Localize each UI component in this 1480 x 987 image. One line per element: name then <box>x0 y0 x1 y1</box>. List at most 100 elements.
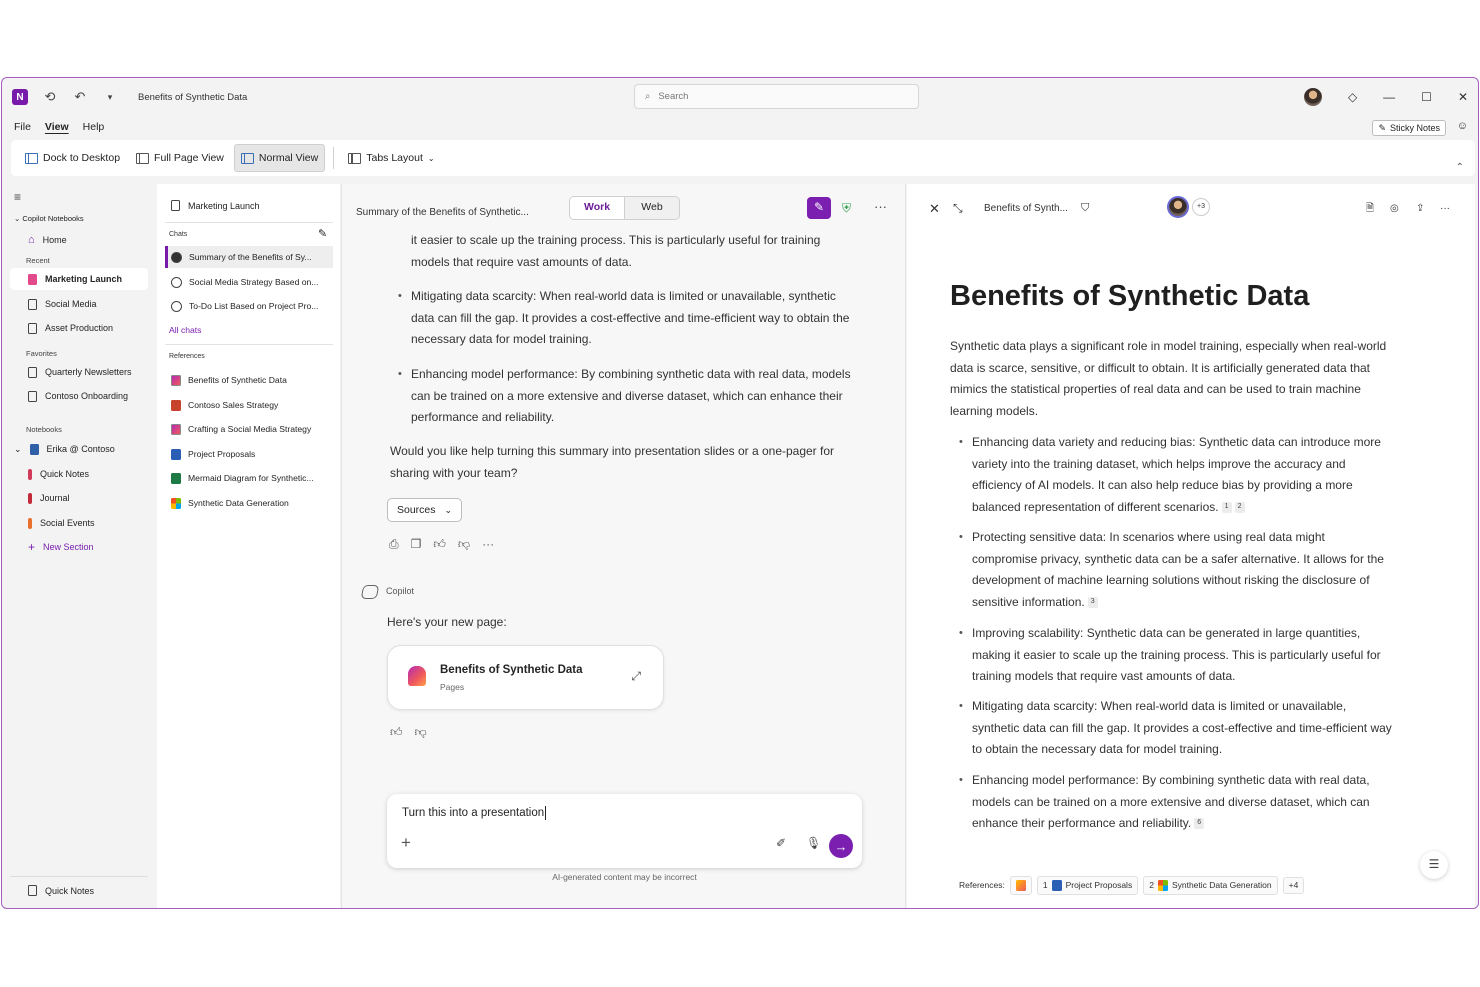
normal-view-label: Normal View <box>258 152 319 164</box>
nav-bottom-quick-notes[interactable]: Quick Notes <box>10 876 148 896</box>
microsoft-logo-icon <box>1157 880 1168 891</box>
copilot-notebooks-header[interactable]: ⌄ Copilot Notebooks <box>14 214 84 223</box>
shield-check-icon[interactable]: ⛨ <box>842 198 851 220</box>
reference-chip-pages[interactable] <box>1009 876 1032 895</box>
more-options-icon[interactable]: ··· <box>874 196 887 218</box>
nav-recent-marketing-launch[interactable]: Marketing Launch <box>10 268 148 290</box>
loop-icon[interactable]: ◎ <box>1390 198 1399 220</box>
recent-label: Recent <box>26 256 50 265</box>
nav-recent-asset-production[interactable]: Asset Production <box>10 317 148 339</box>
nav-section-social-events[interactable]: Social Events <box>10 512 148 534</box>
citation-badge[interactable]: 3 <box>1087 596 1098 608</box>
tabs-layout-button[interactable]: Tabs Layout ⌄ <box>342 144 440 172</box>
reference-chip[interactable]: 2 Synthetic Data Generation <box>1143 876 1278 895</box>
word-export-icon[interactable]: 🗎 <box>1366 198 1374 220</box>
nav-favorite-contoso-onboarding[interactable]: Contoso Onboarding <box>10 385 148 407</box>
prompt-guide-icon[interactable]: ✐ <box>776 837 786 849</box>
sticky-notes-button[interactable]: ✎ Sticky Notes <box>1372 120 1446 136</box>
reference-item[interactable]: Synthetic Data Generation <box>165 492 333 514</box>
chat-composer[interactable]: Turn this into a presentation + ✐ 🎙︎ → <box>387 794 862 868</box>
more-references-chip[interactable]: +4 <box>1282 877 1305 894</box>
feedback-icon[interactable]: ☺ <box>1457 120 1468 132</box>
menu-view[interactable]: View <box>45 121 69 133</box>
citation-badge[interactable]: 6 <box>1194 818 1205 830</box>
nav-section-journal[interactable]: Journal <box>10 487 148 509</box>
nav-recent-social-media[interactable]: Social Media <box>10 293 148 315</box>
page-icon <box>28 322 37 334</box>
chevron-down-icon: ⌄ <box>14 214 21 223</box>
toggle-web[interactable]: Web <box>625 197 679 219</box>
reference-item[interactable]: Crafting a Social Media Strategy <box>165 418 333 440</box>
sources-dropdown[interactable]: Sources ⌄ <box>387 498 462 522</box>
collapse-icon[interactable]: ⤡ <box>953 198 963 220</box>
chat-item[interactable]: To-Do List Based on Project Pro... <box>165 295 333 317</box>
new-page-button[interactable]: ✎ <box>807 197 831 219</box>
nav-item-label: Social Media <box>45 299 97 309</box>
more-options-icon[interactable]: ··· <box>1440 198 1450 220</box>
expand-icon[interactable]: ⤢ <box>631 670 641 682</box>
new-section-button[interactable]: + New Section <box>10 536 148 558</box>
menu-file[interactable]: File <box>14 121 31 133</box>
copilot-fab-button[interactable]: ☰ <box>1420 851 1448 879</box>
sticky-notes-label: Sticky Notes <box>1389 123 1440 133</box>
thumbs-down-icon[interactable]: 👎︎ <box>415 722 427 744</box>
nav-notebook-erika[interactable]: ⌄ Erika @ Contoso <box>10 438 148 460</box>
notebooks-label: Notebooks <box>26 425 62 434</box>
maximize-button[interactable]: ☐ <box>1421 90 1432 104</box>
chat-item[interactable]: Social Media Strategy Based on... <box>165 271 333 293</box>
hamburger-menu-icon[interactable]: ≡ <box>14 190 21 204</box>
reference-item[interactable]: Mermaid Diagram for Synthetic... <box>165 467 333 489</box>
normal-view-button[interactable]: Normal View <box>233 144 326 172</box>
user-avatar[interactable] <box>1303 88 1322 106</box>
reference-item[interactable]: Benefits of Synthetic Data <box>165 369 333 391</box>
thumbs-down-icon[interactable]: 👎︎ <box>458 534 470 556</box>
reference-item[interactable]: Contoso Sales Strategy <box>165 394 333 416</box>
insert-to-page-icon[interactable]: ⎙ <box>389 534 399 556</box>
citation-badge[interactable]: 2 <box>1234 501 1245 513</box>
composer-input[interactable]: Turn this into a presentation <box>402 803 546 825</box>
nav-item-label: Journal <box>40 493 70 503</box>
send-button[interactable]: → <box>829 834 853 858</box>
work-web-toggle[interactable]: Work Web <box>569 196 680 220</box>
chats-label: Chats <box>169 231 188 238</box>
close-window-button[interactable]: ✕ <box>1458 90 1468 104</box>
thumbs-up-icon[interactable]: 👍︎ <box>390 722 403 744</box>
microphone-icon[interactable]: 🎙︎ <box>806 837 821 849</box>
quick-access-dropdown-icon[interactable]: ▾ <box>102 92 118 103</box>
close-icon[interactable]: ✕ <box>929 198 940 220</box>
new-page-card[interactable]: Benefits of Synthetic Data Pages ⤢ <box>387 645 664 710</box>
minimize-button[interactable]: — <box>1383 90 1395 104</box>
toggle-work[interactable]: Work <box>570 197 625 219</box>
full-page-view-button[interactable]: Full Page View <box>130 144 230 172</box>
new-page-message: Here's your new page: <box>387 615 507 629</box>
citation-badge[interactable]: 1 <box>1221 501 1232 513</box>
chat-bullet: Enhancing model performance: By combinin… <box>398 364 851 429</box>
shield-icon[interactable]: ⛉ <box>1081 198 1089 220</box>
chat-icon <box>171 251 182 263</box>
menu-help[interactable]: Help <box>83 121 105 133</box>
collapse-ribbon-icon[interactable]: ⌃ <box>1456 162 1464 173</box>
nav-section-quick-notes[interactable]: Quick Notes <box>10 463 148 485</box>
sticky-notes-icon: ✎ <box>1378 122 1386 133</box>
more-options-icon[interactable]: ··· <box>482 534 494 556</box>
copilot-chat-pane: Summary of the Benefits of Synthetic... … <box>341 184 906 908</box>
new-chat-icon[interactable]: ✎ <box>318 227 327 240</box>
share-icon[interactable]: ⇪ <box>1416 198 1424 220</box>
search-input[interactable]: ⌕ Search <box>634 84 919 109</box>
powerpoint-icon <box>171 399 181 411</box>
thumbs-up-icon[interactable]: 👍︎ <box>433 534 446 556</box>
nav-favorite-quarterly-newsletters[interactable]: Quarterly Newsletters <box>10 361 148 383</box>
copy-icon[interactable]: ❐ <box>411 534 422 556</box>
nav-home[interactable]: ⌂ Home <box>10 229 148 251</box>
reference-chip[interactable]: 1 Project Proposals <box>1036 876 1139 895</box>
dock-to-desktop-button[interactable]: Dock to Desktop <box>19 144 126 172</box>
back-icon[interactable]: ⟲ <box>42 89 58 105</box>
chat-item[interactable]: Summary of the Benefits of Sy... <box>165 246 333 268</box>
undo-icon[interactable]: ↶ <box>72 89 88 105</box>
all-chats-link[interactable]: All chats <box>169 325 201 335</box>
doc-bullet: Mitigating data scarcity: When real-worl… <box>959 696 1392 761</box>
premium-diamond-icon[interactable]: ◇ <box>1348 90 1357 104</box>
reference-item[interactable]: Project Proposals <box>165 443 333 465</box>
add-icon[interactable]: + <box>401 834 411 851</box>
collaborators[interactable]: +3 <box>1167 196 1210 218</box>
